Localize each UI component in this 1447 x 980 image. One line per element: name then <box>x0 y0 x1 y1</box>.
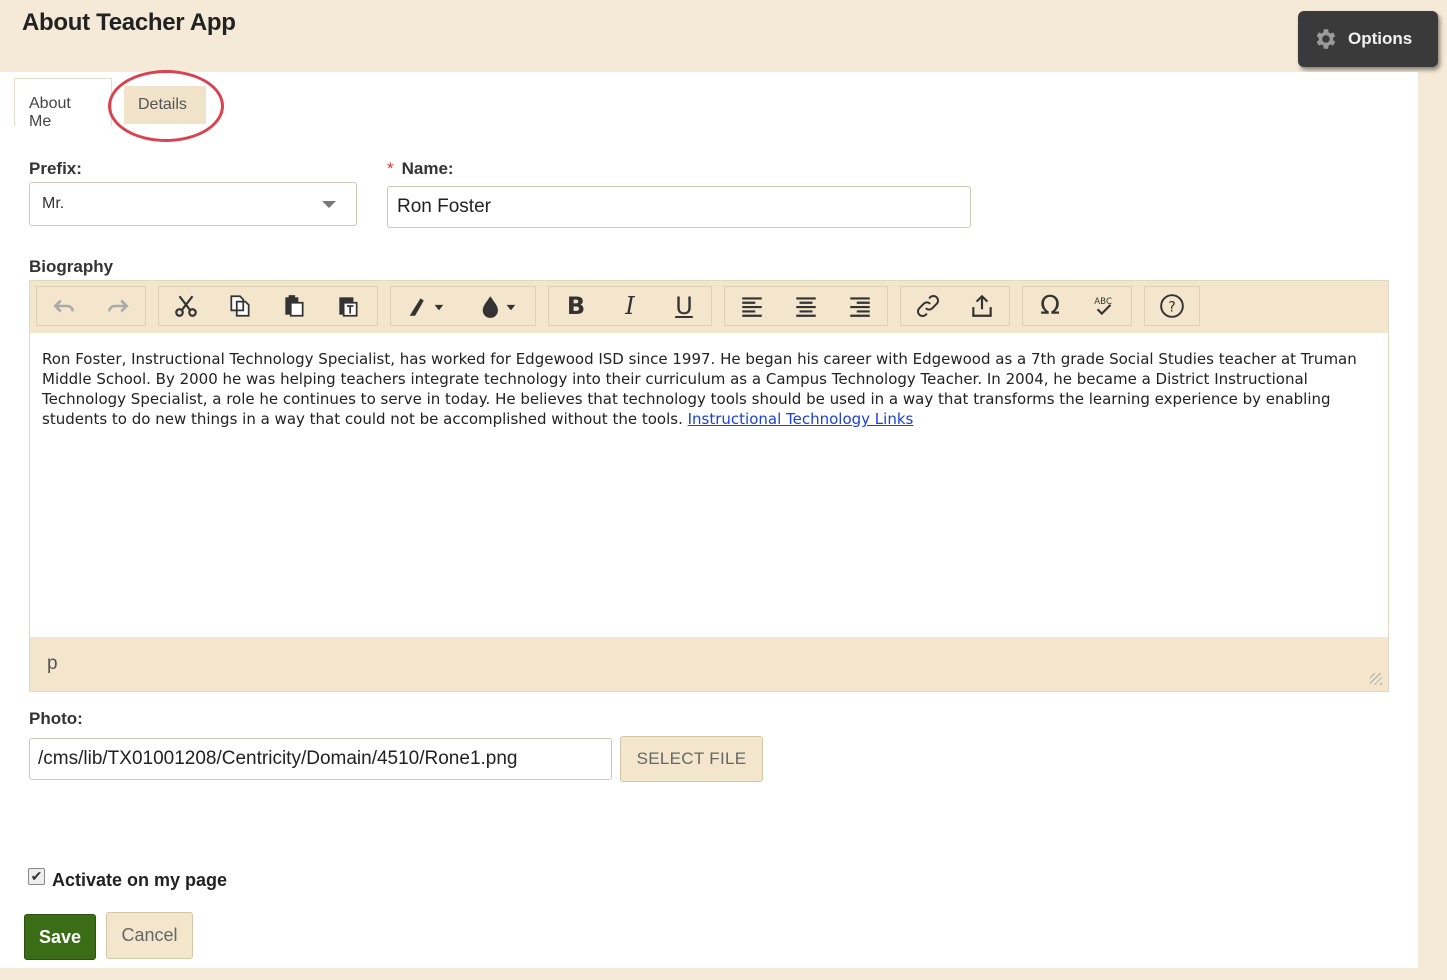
gear-icon <box>1316 29 1336 49</box>
highlight-annotation <box>108 70 224 142</box>
prefix-select[interactable]: Mr. <box>29 182 357 226</box>
tab-about-me[interactable]: About Me <box>14 78 112 130</box>
underline-icon[interactable]: U <box>657 287 711 325</box>
highlight-color-icon[interactable] <box>391 287 463 325</box>
cut-icon[interactable] <box>159 287 213 325</box>
required-marker: * <box>387 159 394 178</box>
bold-icon[interactable]: B <box>549 287 603 325</box>
name-label: * Name: <box>387 159 454 179</box>
save-button[interactable]: Save <box>24 914 96 960</box>
resize-handle-icon[interactable] <box>1370 673 1382 685</box>
redo-icon[interactable] <box>91 287 145 325</box>
prefix-value: Mr. <box>42 195 65 212</box>
prefix-label: Prefix: <box>29 159 82 178</box>
biography-label: Biography <box>29 257 114 276</box>
options-button[interactable]: Options <box>1298 11 1438 67</box>
toolbar-group-align <box>724 286 888 326</box>
upload-icon[interactable] <box>955 287 1009 325</box>
editor-toolbar: B I U Ω ABC ? <box>30 281 1388 333</box>
copy-icon[interactable] <box>213 287 267 325</box>
toolbar-group-help: ? <box>1144 286 1200 326</box>
paste-icon[interactable] <box>267 287 321 325</box>
italic-icon[interactable]: I <box>603 287 657 325</box>
photo-label: Photo: <box>29 709 83 728</box>
name-label-text: Name: <box>401 159 454 178</box>
align-center-icon[interactable] <box>779 287 833 325</box>
spellcheck-icon[interactable]: ABC <box>1077 287 1131 325</box>
link-icon[interactable] <box>901 287 955 325</box>
cancel-button[interactable]: Cancel <box>106 912 193 959</box>
biography-editor: B I U Ω ABC ? Ron Foster, Instructional … <box>29 280 1389 692</box>
main-panel: About Me Details Prefix: Mr. *Name: Biog… <box>0 70 1418 968</box>
options-label: Options <box>1348 29 1413 48</box>
page-title: About Teacher App <box>22 9 236 36</box>
toolbar-group-color <box>390 286 536 326</box>
toolbar-group-format: B I U <box>548 286 712 326</box>
toolbar-group-clipboard <box>158 286 378 326</box>
svg-text:?: ? <box>1168 299 1175 315</box>
paste-text-icon[interactable] <box>321 287 375 325</box>
biography-text-area[interactable]: Ron Foster, Instructional Technology Spe… <box>30 333 1388 637</box>
chevron-down-icon <box>322 201 336 208</box>
toolbar-group-insert <box>900 286 1010 326</box>
editor-statusbar: p <box>30 637 1388 691</box>
name-input[interactable] <box>387 186 971 228</box>
special-char-icon[interactable]: Ω <box>1023 287 1077 325</box>
align-left-icon[interactable] <box>725 287 779 325</box>
instructional-technology-link[interactable]: Instructional Technology Links <box>688 410 914 428</box>
photo-path-input[interactable] <box>29 738 612 780</box>
element-path[interactable]: p <box>47 653 58 674</box>
toolbar-group-tools: Ω ABC <box>1022 286 1132 326</box>
text-color-icon[interactable] <box>463 287 535 325</box>
select-file-button[interactable]: SELECT FILE <box>620 736 763 782</box>
help-icon[interactable]: ? <box>1145 287 1199 325</box>
toolbar-group-history <box>36 286 146 326</box>
undo-icon[interactable] <box>37 287 91 325</box>
align-right-icon[interactable] <box>833 287 887 325</box>
activate-checkbox[interactable]: ✔ <box>28 868 45 885</box>
activate-label: Activate on my page <box>52 870 228 890</box>
